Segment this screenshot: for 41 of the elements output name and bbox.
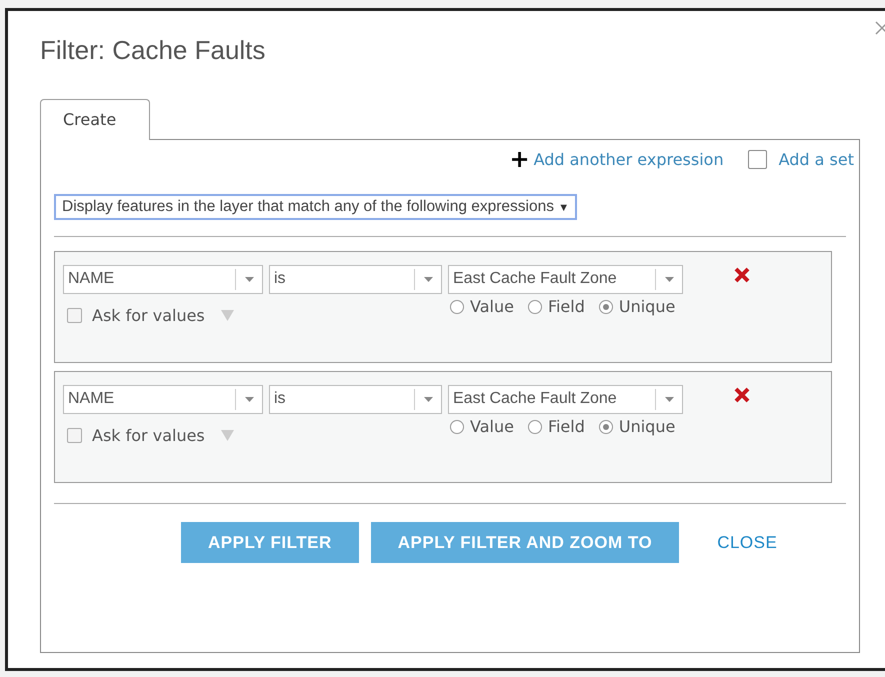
dropdown-icon <box>244 397 254 402</box>
radio-button[interactable] <box>528 420 542 434</box>
radio-label: Unique <box>618 297 676 316</box>
operator-select[interactable]: is <box>269 385 442 414</box>
dropdown-icon <box>424 397 432 402</box>
add-set-link[interactable]: Add a set <box>778 150 854 168</box>
radio-label: Unique <box>618 417 676 436</box>
delete-icon[interactable] <box>734 267 750 283</box>
radio-button[interactable] <box>450 300 464 314</box>
close-button[interactable]: CLOSE <box>691 522 804 563</box>
create-tab[interactable]: Create <box>40 99 150 140</box>
radio-button[interactable] <box>450 420 464 434</box>
operator-select[interactable]: is <box>269 265 442 294</box>
radio-label: Field <box>548 417 585 436</box>
radio-label: Field <box>548 297 585 316</box>
dropdown-icon <box>424 277 432 282</box>
match-select[interactable]: Display features in the layer that match any of the following expressions ▼ <box>54 194 578 220</box>
ask-label: Ask for values <box>92 426 205 445</box>
radio-button[interactable] <box>528 300 542 314</box>
field-select[interactable]: NAME <box>63 265 263 294</box>
dropdown-icon <box>664 277 674 282</box>
ask-checkbox[interactable] <box>67 428 82 443</box>
dialog-title: Filter: Cache Faults <box>40 35 266 67</box>
field-select[interactable]: NAME <box>63 385 263 414</box>
dropdown-icon <box>664 397 674 402</box>
radio-button[interactable] <box>598 300 613 314</box>
value-select[interactable]: East Cache Fault Zone <box>448 265 683 294</box>
radio-button[interactable] <box>598 420 613 434</box>
delete-icon[interactable] <box>734 387 750 403</box>
dropdown-icon <box>220 310 234 321</box>
value-select[interactable]: East Cache Fault Zone <box>448 385 683 414</box>
plus-icon[interactable]: + <box>509 147 530 171</box>
add-set-checkbox[interactable] <box>748 150 767 168</box>
radio-label: Value <box>470 417 514 436</box>
add-expression-link[interactable]: Add another expression <box>534 150 724 168</box>
close-icon[interactable] <box>875 21 885 35</box>
ask-checkbox[interactable] <box>67 308 82 323</box>
ask-label: Ask for values <box>92 306 205 325</box>
radio-label: Value <box>470 297 514 316</box>
dropdown-icon <box>244 277 254 282</box>
dropdown-icon <box>220 430 234 441</box>
